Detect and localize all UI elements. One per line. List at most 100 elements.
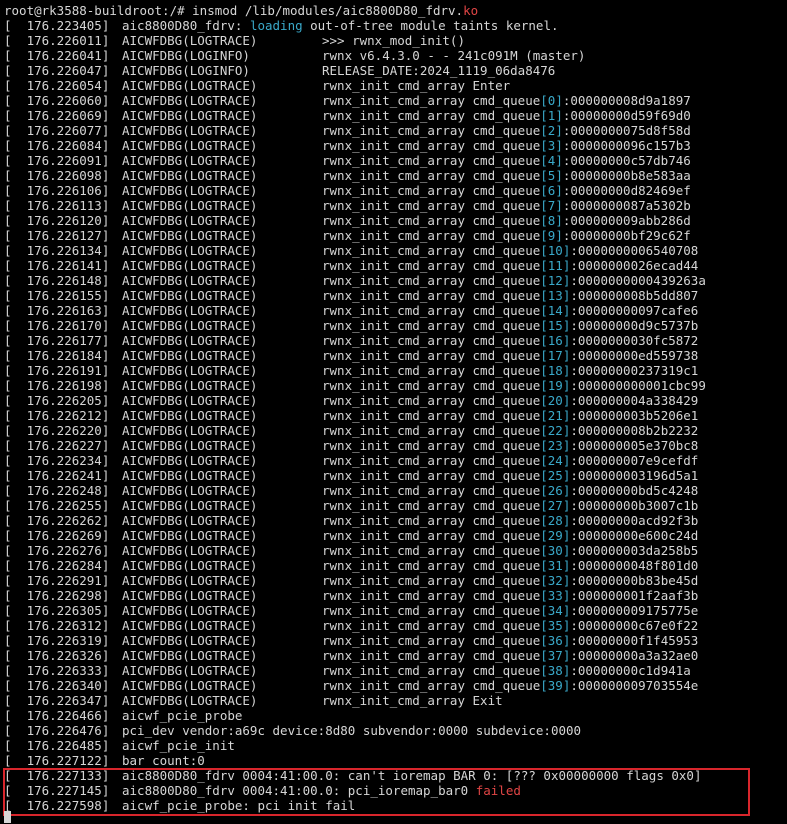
log-message: aicwf_pcie_probe: pci init fail (122, 798, 356, 813)
log-line: [ 176.226205] AICWFDBG(LOGTRACE) rwnx_init… (0, 393, 787, 408)
log-timestamp: [ 176.226177] (4, 333, 110, 348)
cmd-queue-address: 00000000b83be45d (577, 573, 699, 588)
log-line: [ 176.226077] AICWFDBG(LOGTRACE) rwnx_init… (0, 123, 787, 138)
cmd-queue-bracket-open: [ (540, 453, 548, 468)
log-line: [ 176.226106] AICWFDBG(LOGTRACE) rwnx_init… (0, 183, 787, 198)
log-line: [ 176.226041] AICWFDBG(LOGINFO) rwnx v6.4.… (0, 48, 787, 63)
cmd-queue-label: rwnx_init_cmd_array cmd_queue (322, 228, 541, 243)
log-line: [ 176.226319] AICWFDBG(LOGTRACE) rwnx_init… (0, 633, 787, 648)
cmd-queue-sep: : (570, 663, 578, 678)
cmd-queue-bracket-close: ] (555, 108, 563, 123)
cmd-queue-address: 000000003da258b5 (577, 543, 699, 558)
cmd-queue-address: 00000000b3007c1b (577, 498, 699, 513)
cmd-queue-index: 21 (547, 408, 563, 423)
cmd-queue-bracket-open: [ (540, 213, 548, 228)
cmd-queue-bracket-open: [ (540, 108, 548, 123)
log-line: [ 176.226312] AICWFDBG(LOGTRACE) rwnx_init… (0, 618, 787, 633)
cmd-queue-bracket-close: ] (555, 213, 563, 228)
log-timestamp: [ 176.226184] (4, 348, 110, 363)
cmd-queue-sep: : (570, 258, 578, 273)
cmd-queue-bracket-open: [ (540, 258, 548, 273)
log-timestamp: [ 176.226011] (4, 33, 110, 48)
log-tag: AICWFDBG(LOGINFO) (122, 48, 250, 63)
log-tag: AICWFDBG(LOGTRACE) (122, 528, 258, 543)
log-tag: AICWFDBG(LOGINFO) (122, 63, 250, 78)
log-message: aicwf_pcie_probe (122, 708, 243, 723)
cmd-queue-index: 15 (547, 318, 563, 333)
log-line: [ 176.226333] AICWFDBG(LOGTRACE) rwnx_init… (0, 663, 787, 678)
log-tag: AICWFDBG(LOGTRACE) (122, 273, 258, 288)
cmd-queue-address: 0000000087a5302b (570, 198, 691, 213)
log-line: [ 176.226227] AICWFDBG(LOGTRACE) rwnx_init… (0, 438, 787, 453)
cmd-queue-label: rwnx_init_cmd_array cmd_queue (322, 153, 541, 168)
cmd-queue-label: rwnx_init_cmd_array cmd_queue (322, 348, 541, 363)
cmd-queue-sep: : (570, 453, 578, 468)
log-line: [ 176.226340] AICWFDBG(LOGTRACE) rwnx_init… (0, 678, 787, 693)
cmd-queue-sep: : (570, 678, 578, 693)
log-timestamp: [ 176.226212] (4, 408, 110, 423)
cmd-queue-address: 00000000097cafe6 (577, 303, 699, 318)
cmd-queue-index: 18 (547, 363, 563, 378)
log-timestamp: [ 176.227145] (4, 783, 110, 798)
cmd-queue-address: 0000000006540708 (577, 243, 699, 258)
log-tag: AICWFDBG(LOGTRACE) (122, 453, 258, 468)
cmd-queue-index: 13 (547, 288, 563, 303)
cmd-queue-sep: : (570, 348, 578, 363)
cmd-queue-index: 31 (547, 558, 563, 573)
log-message: aic8800D80_fdrv: (122, 18, 250, 33)
cmd-queue-bracket-open: [ (540, 378, 548, 393)
log-timestamp: [ 176.227598] (4, 798, 110, 813)
log-tag: AICWFDBG(LOGTRACE) (122, 258, 258, 273)
cmd-queue-address: 00000000c1d941a (577, 663, 691, 678)
log-tag: AICWFDBG(LOGTRACE) (122, 438, 258, 453)
cmd-queue-address: 000000008b2b2232 (577, 423, 699, 438)
cmd-queue-bracket-open: [ (540, 288, 548, 303)
cmd-queue-bracket-close: ] (555, 228, 563, 243)
cmd-queue-sep: : (570, 648, 578, 663)
log-message: pci_dev vendor:a69c device:8d80 subvendo… (122, 723, 582, 738)
cmd-queue-sep: : (570, 423, 578, 438)
cmd-queue-address: 000000008b5dd807 (577, 288, 699, 303)
prompt-command: insmod /lib/modules/aic8800D80_fdrv. (192, 3, 464, 18)
cmd-queue-index: 35 (547, 618, 563, 633)
cmd-queue-address: 00000000bf29c62f (570, 228, 691, 243)
log-timestamp: [ 176.226127] (4, 228, 110, 243)
log-line: [ 176.226155] AICWFDBG(LOGTRACE) rwnx_init… (0, 288, 787, 303)
cmd-queue-bracket-open: [ (540, 618, 548, 633)
log-output: [ 176.223405] aic8800D80_fdrv: loading ou… (0, 18, 787, 813)
cmd-queue-label: rwnx_init_cmd_array cmd_queue (322, 603, 541, 618)
cmd-queue-address: 00000000f1f45953 (577, 633, 699, 648)
cmd-queue-address: 0000000000439263a (577, 273, 706, 288)
log-timestamp: [ 176.226262] (4, 513, 110, 528)
log-timestamp: [ 176.226113] (4, 198, 110, 213)
log-tag: AICWFDBG(LOGTRACE) (122, 348, 258, 363)
cmd-queue-bracket-open: [ (540, 663, 548, 678)
cmd-queue-label: rwnx_init_cmd_array cmd_queue (322, 618, 541, 633)
log-line: [ 176.226220] AICWFDBG(LOGTRACE) rwnx_init… (0, 423, 787, 438)
log-tag: AICWFDBG(LOGTRACE) (122, 573, 258, 588)
terminal-window[interactable]: root@rk3588-buildroot:/# insmod /lib/mod… (0, 0, 787, 824)
cmd-queue-sep: : (570, 498, 578, 513)
log-timestamp: [ 176.226054] (4, 78, 110, 93)
log-line: [ 176.226148] AICWFDBG(LOGTRACE) rwnx_init… (0, 273, 787, 288)
log-message: failed (475, 783, 521, 798)
cmd-queue-label: rwnx_init_cmd_array cmd_queue (322, 663, 541, 678)
log-line: [ 176.226284] AICWFDBG(LOGTRACE) rwnx_init… (0, 558, 787, 573)
cmd-queue-label: rwnx_init_cmd_array cmd_queue (322, 558, 541, 573)
cmd-queue-index: 34 (547, 603, 563, 618)
log-line: [ 176.226127] AICWFDBG(LOGTRACE) rwnx_init… (0, 228, 787, 243)
cmd-queue-label: rwnx_init_cmd_array cmd_queue (322, 648, 541, 663)
cmd-queue-sep: : (570, 543, 578, 558)
log-line: [ 176.226198] AICWFDBG(LOGTRACE) rwnx_init… (0, 378, 787, 393)
log-line: [ 176.227133] aic8800D80_fdrv 0004:41:00.… (0, 768, 787, 783)
cmd-queue-bracket-close: ] (555, 198, 563, 213)
cmd-queue-address: 00000000a3a32ae0 (577, 648, 699, 663)
log-tag: AICWFDBG(LOGTRACE) (122, 168, 258, 183)
log-line: [ 176.226011] AICWFDBG(LOGTRACE) >>> rwnx_… (0, 33, 787, 48)
cmd-queue-sep: : (570, 288, 578, 303)
cmd-queue-sep: : (570, 363, 578, 378)
cmd-queue-address: 00000000b8e583aa (570, 168, 691, 183)
log-line: [ 176.226276] AICWFDBG(LOGTRACE) rwnx_init… (0, 543, 787, 558)
log-line: [ 176.226262] AICWFDBG(LOGTRACE) rwnx_init… (0, 513, 787, 528)
log-line: [ 176.226120] AICWFDBG(LOGTRACE) rwnx_init… (0, 213, 787, 228)
